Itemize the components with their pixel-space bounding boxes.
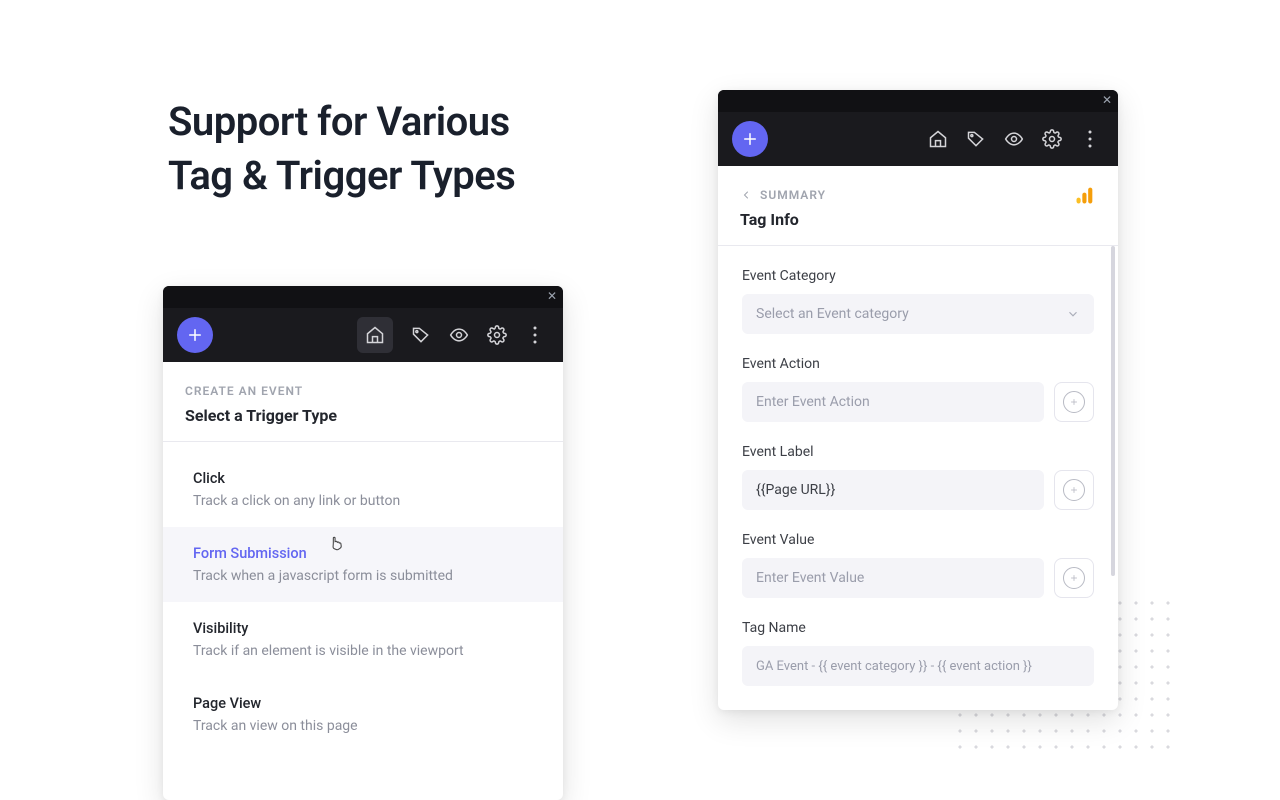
tag-name-input[interactable]: GA Event - {{ event category }} - {{ eve… [742, 646, 1094, 686]
trigger-option-page-view[interactable]: Page View Track an view on this page [163, 677, 563, 752]
titlebar: ✕ [163, 286, 563, 308]
event-category-select[interactable]: Select an Event category [742, 294, 1094, 334]
trigger-option-visibility[interactable]: Visibility Track if an element is visibl… [163, 602, 563, 677]
headline-line-2: Tag & Trigger Types [168, 152, 515, 199]
event-action-add-button[interactable] [1054, 382, 1094, 422]
input-value: GA Event - {{ event category }} - {{ eve… [756, 659, 1032, 674]
input-placeholder: Enter Event Value [756, 570, 864, 586]
trigger-panel: ✕ [163, 286, 563, 800]
input-placeholder: Enter Event Action [756, 394, 870, 410]
panel-title: Select a Trigger Type [185, 406, 541, 425]
field-event-value: Event Value Enter Event Value [742, 532, 1094, 598]
eye-icon[interactable] [1004, 129, 1024, 149]
field-event-category: Event Category Select an Event category [742, 268, 1094, 334]
field-label: Event Label [742, 444, 1094, 460]
close-icon[interactable]: ✕ [547, 289, 557, 303]
trigger-option-click[interactable]: Click Track a click on any link or butto… [163, 452, 563, 527]
field-label: Tag Name [742, 620, 1094, 636]
option-desc: Track if an element is visible in the vi… [193, 643, 533, 659]
event-label-input[interactable]: {{Page URL}} [742, 470, 1044, 510]
tag-icon[interactable] [411, 325, 431, 345]
gear-icon[interactable] [487, 325, 507, 345]
tag-info-panel-header: ✕ [718, 90, 1118, 166]
tag-info-heading: SUMMARY Tag Info [718, 166, 1118, 246]
field-tag-name: Tag Name GA Event - {{ event category }}… [742, 620, 1094, 686]
event-value-input[interactable]: Enter Event Value [742, 558, 1044, 598]
close-icon[interactable]: ✕ [1102, 93, 1112, 107]
option-title: Click [193, 470, 533, 487]
input-value: {{Page URL}} [756, 482, 835, 498]
eye-icon[interactable] [449, 325, 469, 345]
home-icon[interactable] [928, 129, 948, 149]
field-label: Event Category [742, 268, 1094, 284]
trigger-options-list: Click Track a click on any link or butto… [163, 442, 563, 762]
add-button[interactable] [732, 121, 768, 157]
scrollbar-thumb[interactable] [1111, 246, 1115, 576]
option-desc: Track an view on this page [193, 718, 533, 734]
event-label-add-button[interactable] [1054, 470, 1094, 510]
field-label: Event Action [742, 356, 1094, 372]
eyebrow: SUMMARY [760, 188, 826, 202]
gear-icon[interactable] [1042, 129, 1062, 149]
marketing-headline: Support for Various Tag & Trigger Types [168, 95, 515, 203]
tag-info-panel: ✕ [718, 90, 1118, 710]
tag-icon[interactable] [966, 129, 986, 149]
trigger-panel-header: ✕ [163, 286, 563, 362]
more-icon[interactable] [1080, 129, 1100, 149]
home-icon[interactable] [357, 317, 393, 353]
field-event-action: Event Action Enter Event Action [742, 356, 1094, 422]
field-label: Event Value [742, 532, 1094, 548]
analytics-icon [1074, 186, 1094, 210]
option-desc: Track a click on any link or button [193, 493, 533, 509]
panel-title: Tag Info [740, 210, 1096, 229]
tag-form: Event Category Select an Event category … [718, 246, 1118, 696]
topbar [163, 308, 563, 362]
titlebar: ✕ [718, 90, 1118, 112]
add-button[interactable] [177, 317, 213, 353]
more-icon[interactable] [525, 325, 545, 345]
headline-line-1: Support for Various [168, 98, 510, 145]
trigger-option-form-submission[interactable]: Form Submission Track when a javascript … [163, 527, 563, 602]
eyebrow: CREATE AN EVENT [185, 384, 541, 398]
field-event-label: Event Label {{Page URL}} [742, 444, 1094, 510]
select-placeholder: Select an Event category [756, 306, 909, 322]
topbar [718, 112, 1118, 166]
event-value-add-button[interactable] [1054, 558, 1094, 598]
trigger-panel-heading: CREATE AN EVENT Select a Trigger Type [163, 362, 563, 442]
event-action-input[interactable]: Enter Event Action [742, 382, 1044, 422]
back-to-summary[interactable]: SUMMARY [740, 188, 1096, 202]
option-desc: Track when a javascript form is submitte… [193, 568, 533, 584]
option-title: Form Submission [193, 545, 533, 562]
option-title: Visibility [193, 620, 533, 637]
option-title: Page View [193, 695, 533, 712]
cursor-pointer-icon [328, 535, 344, 551]
